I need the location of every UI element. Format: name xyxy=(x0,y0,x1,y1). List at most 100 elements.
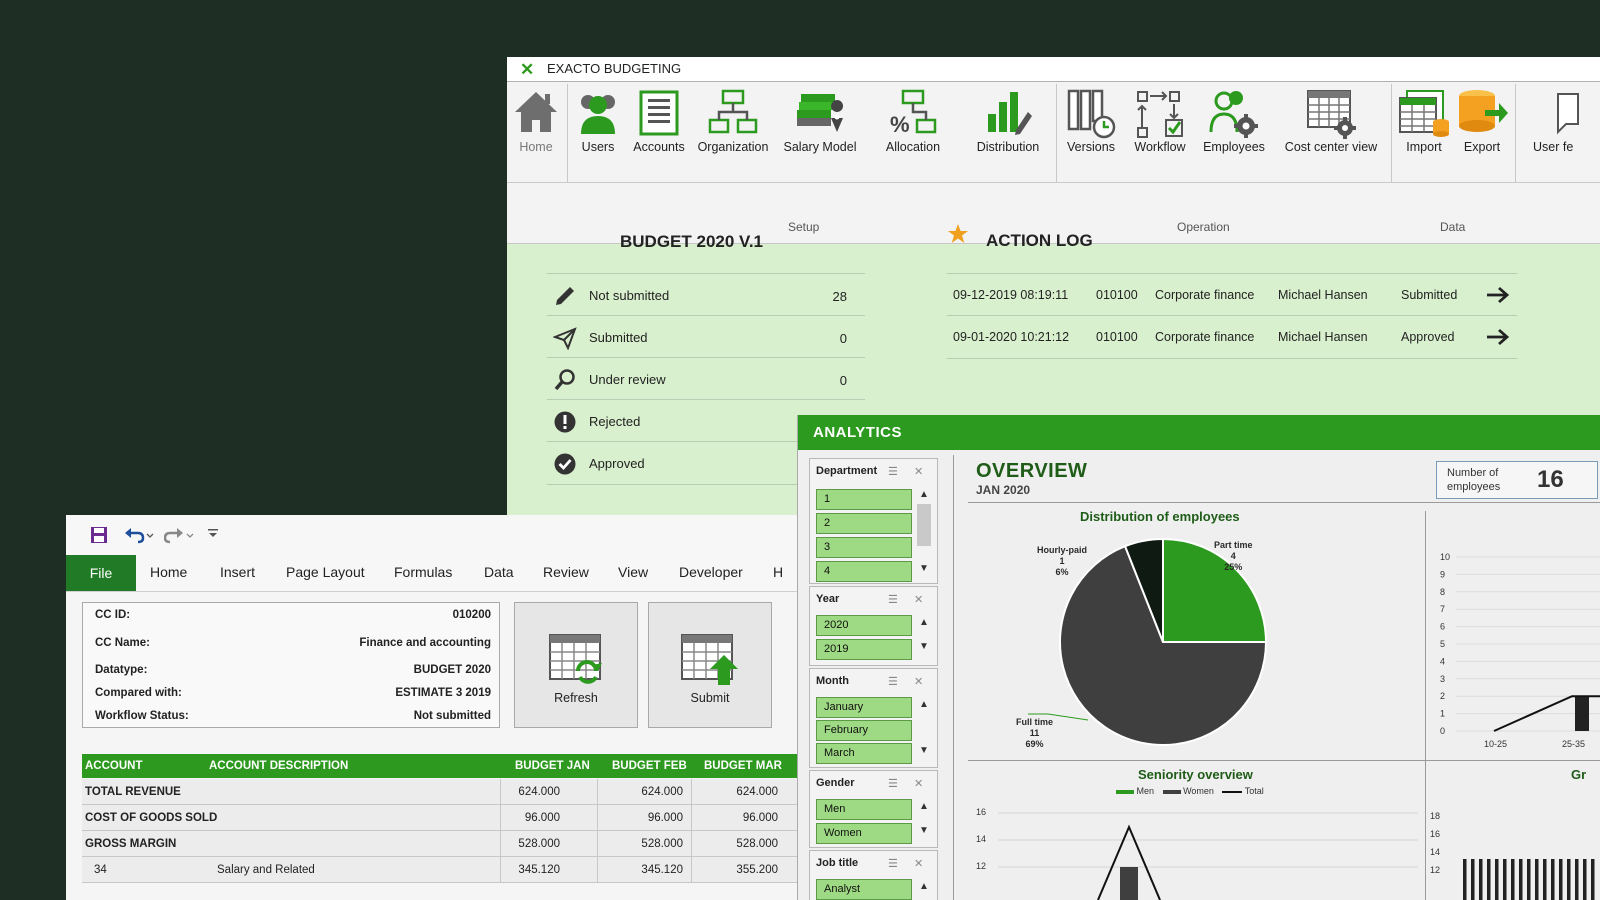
gr-bar xyxy=(1503,859,1507,900)
clear-filter-icon[interactable]: ✕ xyxy=(914,675,923,688)
slicer-item[interactable]: 1 xyxy=(816,489,912,510)
scroll-up-icon[interactable]: ▲ xyxy=(917,801,931,812)
slicer-item[interactable]: Men xyxy=(816,799,912,820)
refresh-button[interactable]: Refresh xyxy=(514,602,638,728)
scroll-down-icon[interactable]: ▼ xyxy=(917,745,931,756)
multi-select-icon[interactable]: ☰ xyxy=(888,675,898,688)
tab-file[interactable]: File xyxy=(66,555,136,591)
slicer-item[interactable]: Women xyxy=(816,823,912,844)
tick-label: 16 xyxy=(976,807,987,817)
undo-icon[interactable] xyxy=(124,526,154,544)
multi-select-icon[interactable]: ☰ xyxy=(888,857,898,870)
clear-filter-icon[interactable]: ✕ xyxy=(914,777,923,790)
clear-filter-icon[interactable]: ✕ xyxy=(914,593,923,606)
scroll-down-icon[interactable]: ▼ xyxy=(917,825,931,836)
gr-bar xyxy=(1567,859,1571,900)
category-label: 10-25 xyxy=(1484,739,1507,749)
ribbon-separator xyxy=(1056,84,1057,182)
ribbon-salary-model-button[interactable]: Salary Model xyxy=(775,84,865,162)
tab-view[interactable]: View xyxy=(618,564,648,580)
slicer-item[interactable]: 4 xyxy=(816,561,912,582)
tab-formulas[interactable]: Formulas xyxy=(394,564,452,580)
divider xyxy=(968,760,1600,761)
tick-label: 7 xyxy=(1440,604,1445,614)
tick-label: 8 xyxy=(1440,587,1445,597)
slicer-item[interactable]: March xyxy=(816,743,912,764)
ribbon-distribution-button[interactable]: Distribution xyxy=(963,84,1053,162)
employees-icon xyxy=(1209,91,1258,138)
tick-label: 16 xyxy=(1430,829,1441,839)
clear-filter-icon[interactable]: ✕ xyxy=(914,857,923,870)
slicer-item[interactable]: February xyxy=(816,720,912,741)
action-log-row[interactable]: 09-01-2020 10:21:12 010100 Corporate fin… xyxy=(947,315,1517,359)
ribbon-home-button[interactable]: Home xyxy=(507,84,565,162)
legend-swatch-men xyxy=(1116,789,1134,794)
arrow-right-icon[interactable] xyxy=(1485,286,1511,304)
budget-row-not-submitted[interactable]: Not submitted 28 xyxy=(547,273,865,316)
tab-review[interactable]: Review xyxy=(543,564,589,580)
ribbon-cost-center-view-button[interactable]: Cost center view xyxy=(1279,84,1383,162)
table-row[interactable]: COST OF GOODS SOLD 96.000 96.000 96.000 xyxy=(82,805,806,831)
table-row[interactable]: 34 Salary and Related 345.120 345.120 35… xyxy=(82,857,806,883)
seniority-chart xyxy=(998,812,1418,900)
save-icon[interactable] xyxy=(90,526,108,544)
slicer-item[interactable]: 2 xyxy=(816,513,912,534)
slicer-item[interactable]: January xyxy=(816,697,912,718)
ribbon-versions-button[interactable]: Versions xyxy=(1060,84,1122,162)
tab-insert[interactable]: Insert xyxy=(220,564,255,580)
ribbon-import-button[interactable]: Import xyxy=(1395,84,1453,162)
ribbon-organization-button[interactable]: Organization xyxy=(691,84,775,162)
arrow-right-icon[interactable] xyxy=(1485,328,1511,346)
analytics-window: ANALYTICS Department ☰ ✕ 1 2 3 4 ▲ ▼ Yea… xyxy=(797,415,1600,900)
scroll-up-icon[interactable]: ▲ xyxy=(917,489,931,500)
slicer-item[interactable]: 2019 xyxy=(816,639,912,660)
slicer-item[interactable]: 3 xyxy=(816,537,912,558)
tab-home[interactable]: Home xyxy=(150,564,187,580)
ribbon-user-feedback-button[interactable]: User fe xyxy=(1519,84,1589,162)
ribbon-employees-button[interactable]: Employees xyxy=(1197,84,1271,162)
tab-help[interactable]: H xyxy=(773,564,783,580)
budget-row-submitted[interactable]: Submitted 0 xyxy=(547,315,865,358)
tick-label: 10 xyxy=(1440,552,1450,562)
magnifier-icon xyxy=(554,369,575,391)
submit-button[interactable]: Submit xyxy=(648,602,772,728)
ribbon-users-button[interactable]: Users xyxy=(569,84,627,162)
ribbon-allocation-button[interactable]: % Allocation xyxy=(871,84,955,162)
scroll-up-icon[interactable]: ▲ xyxy=(917,699,931,710)
gr-bar xyxy=(1487,859,1491,900)
check-circle-icon xyxy=(554,453,576,475)
slicer-item[interactable]: Analyst xyxy=(816,879,912,900)
seniority-chart-title: Seniority overview xyxy=(1138,767,1253,782)
multi-select-icon[interactable]: ☰ xyxy=(888,465,898,478)
action-log-row[interactable]: 09-12-2019 08:19:11 010100 Corporate fin… xyxy=(947,273,1517,316)
customize-toolbar-icon[interactable] xyxy=(207,528,219,540)
tab-page-layout[interactable]: Page Layout xyxy=(286,564,365,580)
excel-window: File Home Insert Page Layout Formulas Da… xyxy=(66,515,806,900)
legend-swatch-women xyxy=(1162,789,1181,794)
multi-select-icon[interactable]: ☰ xyxy=(888,777,898,790)
tab-data[interactable]: Data xyxy=(484,564,514,580)
redo-icon[interactable] xyxy=(164,526,194,544)
slicer-item[interactable]: 2020 xyxy=(816,615,912,636)
ribbon-accounts-button[interactable]: Accounts xyxy=(627,84,691,162)
table-row[interactable]: TOTAL REVENUE 624.000 624.000 624.000 xyxy=(82,779,806,805)
tab-developer[interactable]: Developer xyxy=(679,564,743,580)
scroll-down-icon[interactable]: ▼ xyxy=(917,641,931,652)
table-row[interactable]: GROSS MARGIN 528.000 528.000 528.000 xyxy=(82,831,806,857)
ribbon-workflow-button[interactable]: Workflow xyxy=(1125,84,1195,162)
scrollbar-thumb[interactable] xyxy=(917,504,931,546)
export-icon xyxy=(1459,90,1508,132)
scroll-down-icon[interactable]: ▼ xyxy=(917,563,931,574)
clear-filter-icon[interactable]: ✕ xyxy=(914,465,923,478)
scroll-up-icon[interactable]: ▲ xyxy=(917,617,931,628)
cc-info-box: CC ID: 010200 CC Name: Finance and account… xyxy=(82,602,500,728)
employee-count-card: Number of employees 16 xyxy=(1436,461,1598,499)
legend-total: Total xyxy=(1244,786,1264,796)
tick-label: 12 xyxy=(1430,865,1441,875)
scroll-up-icon[interactable]: ▲ xyxy=(917,881,931,892)
ribbon-export-button[interactable]: Export xyxy=(1455,84,1509,162)
budget-row-under-review[interactable]: Under review 0 xyxy=(547,357,865,400)
multi-select-icon[interactable]: ☰ xyxy=(888,593,898,606)
quick-access-toolbar xyxy=(66,515,806,555)
gr-bar xyxy=(1527,859,1531,900)
